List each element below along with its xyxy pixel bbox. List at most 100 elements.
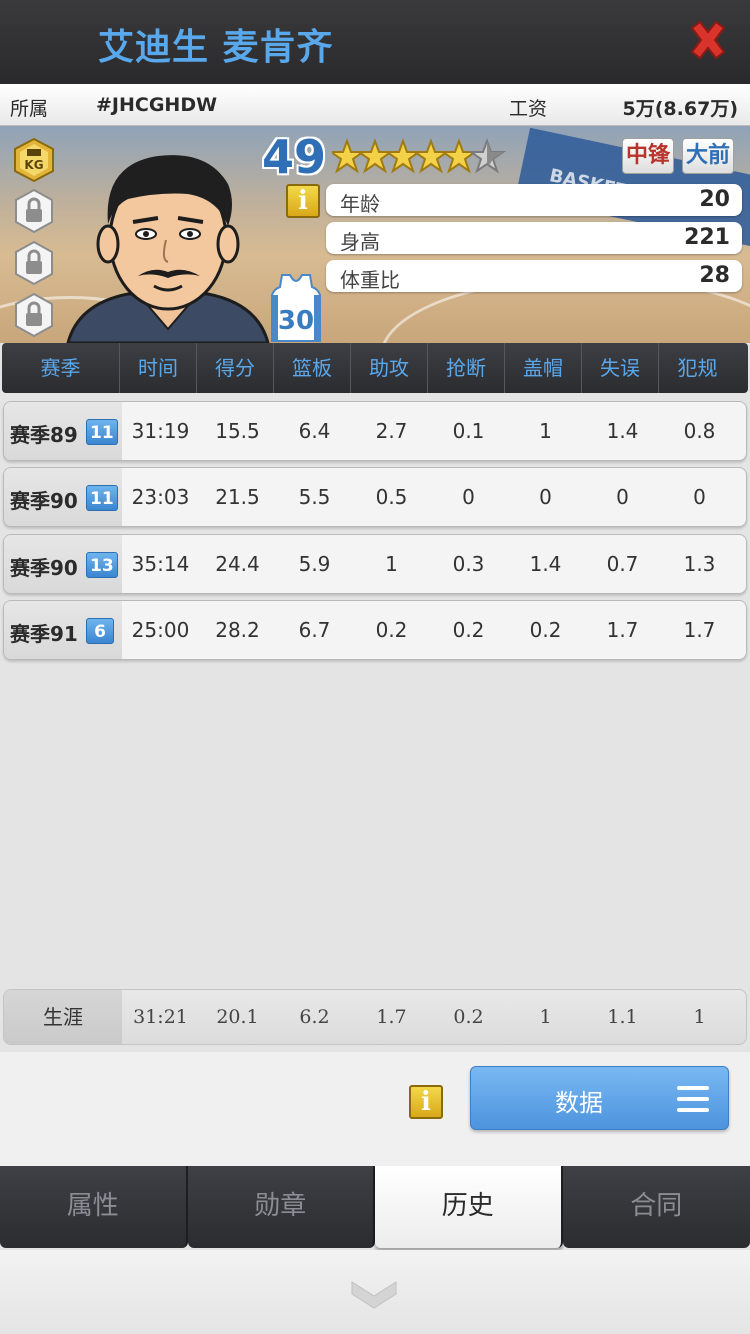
column-header: 篮板 <box>274 343 351 393</box>
season-cell: 赛季90 13 <box>4 535 122 593</box>
star-icon <box>414 140 448 172</box>
column-header: 盖帽 <box>505 343 582 393</box>
tab-medals[interactable]: 勋章 <box>187 1166 375 1248</box>
stat-cell: 5.5 <box>298 485 331 509</box>
stat-cell: 1.7 <box>606 618 639 642</box>
career-stat-cell: 6.2 <box>299 1006 330 1028</box>
stat-cell: 0 <box>616 485 629 509</box>
career-label: 生涯 <box>4 990 122 1044</box>
position-sub-tag: 大前 <box>682 138 735 174</box>
stat-cell: 1.4 <box>529 552 562 576</box>
player-name-title: 艾迪生 麦肯齐 <box>98 27 334 68</box>
jersey-number: 30 <box>278 306 314 336</box>
stat-cell: 2.7 <box>375 419 408 443</box>
stats-table-header: 赛季 时间 得分 篮板 助攻 抢断 盖帽 失误 犯规 <box>2 343 748 393</box>
info-icon[interactable]: i <box>286 184 320 218</box>
bottom-tab-bar: 属性 勋章 历史 合同 <box>0 1166 750 1250</box>
salary-label: 工资 <box>509 98 548 120</box>
stat-cell: 23:03 <box>131 485 190 509</box>
career-stat-cell: 1 <box>539 1006 552 1028</box>
attribute-value: 20 <box>699 187 730 212</box>
attribute-row-height: 身高 221 <box>326 222 742 254</box>
column-header: 抢断 <box>428 343 505 393</box>
season-badge: 11 <box>86 419 118 445</box>
star-icon <box>358 140 392 172</box>
tab-contract[interactable]: 合同 <box>562 1166 750 1248</box>
star-icon <box>332 140 364 172</box>
career-totals-row: 生涯 31:21 20.1 6.2 1.7 0.2 1 1.1 1 <box>3 989 747 1045</box>
column-header: 时间 <box>120 343 197 393</box>
attribute-label: 体重比 <box>340 268 400 292</box>
attribute-row-weight-ratio: 体重比 28 <box>326 260 742 292</box>
career-stat-cell: 31:21 <box>133 1006 188 1028</box>
stat-cell: 1.7 <box>683 618 716 642</box>
stat-cell: 0.5 <box>375 485 408 509</box>
attribute-value: 28 <box>699 263 730 288</box>
tab-history[interactable]: 历史 <box>375 1166 563 1248</box>
season-cell: 赛季91 6 <box>4 601 122 659</box>
column-header: 赛季 <box>2 343 120 393</box>
career-stat-cell: 1.7 <box>376 1006 407 1028</box>
half-star-icon <box>470 140 504 172</box>
star-icon <box>442 140 476 172</box>
salary-value: 5万(8.67万) <box>622 98 738 120</box>
attribute-value: 221 <box>684 225 730 250</box>
menu-icon <box>677 1086 709 1112</box>
locked-slot-lock-icon[interactable] <box>13 188 55 234</box>
data-button-label: 数据 <box>555 1089 603 1117</box>
stat-cell: 31:19 <box>131 419 190 443</box>
player-rating: 49 <box>262 130 327 184</box>
stat-cell: 35:14 <box>131 552 190 576</box>
stat-cell: 0.2 <box>452 618 485 642</box>
table-row[interactable]: 赛季90 11 23:03 21.5 5.5 0.5 0 0 0 0 <box>3 467 747 527</box>
career-stat-cell: 0.2 <box>453 1006 484 1028</box>
svg-text:KG: KG <box>24 158 43 172</box>
kg-badge-icon[interactable]: KG <box>12 137 56 183</box>
stat-cell: 0 <box>539 485 552 509</box>
stat-cell: 1 <box>539 419 552 443</box>
info-icon[interactable]: i <box>409 1085 443 1119</box>
season-cell: 赛季89 11 <box>4 402 122 460</box>
stat-cell: 25:00 <box>131 618 190 642</box>
stat-cell: 5.9 <box>298 552 331 576</box>
chevron-down-icon[interactable] <box>350 1278 398 1312</box>
stat-cell: 24.4 <box>215 552 260 576</box>
locked-slot-lock-icon[interactable] <box>13 292 55 338</box>
jersey-icon: 30 <box>271 274 321 342</box>
stat-cell: 15.5 <box>215 419 260 443</box>
stat-cell: 1 <box>385 552 398 576</box>
table-row[interactable]: 赛季90 13 35:14 24.4 5.9 1 0.3 1.4 0.7 1.3 <box>3 534 747 594</box>
stat-cell: 6.7 <box>298 618 331 642</box>
attribute-row-age: 年龄 20 <box>326 184 742 216</box>
season-name: 赛季89 <box>10 423 78 447</box>
career-stat-cell: 20.1 <box>216 1006 259 1028</box>
column-header: 助攻 <box>351 343 428 393</box>
career-stat-cell: 1.1 <box>607 1006 638 1028</box>
attribute-label: 身高 <box>340 230 380 254</box>
stat-cell: 1.3 <box>683 552 716 576</box>
tab-attributes[interactable]: 属性 <box>0 1166 188 1248</box>
locked-slot-lock-icon[interactable] <box>13 240 55 286</box>
season-name: 赛季91 <box>10 622 78 646</box>
table-row[interactable]: 赛季89 11 31:19 15.5 6.4 2.7 0.1 1 1.4 0.8 <box>3 401 747 461</box>
season-badge: 11 <box>86 485 118 511</box>
season-badge: 6 <box>86 618 114 644</box>
data-button[interactable]: 数据 <box>470 1066 729 1130</box>
column-header: 得分 <box>197 343 274 393</box>
stat-cell: 0.2 <box>529 618 562 642</box>
career-stat-cell: 1 <box>693 1006 706 1028</box>
stat-cell: 6.4 <box>298 419 331 443</box>
season-name: 赛季90 <box>10 489 78 513</box>
table-row[interactable]: 赛季91 6 25:00 28.2 6.7 0.2 0.2 0.2 1.7 1.… <box>3 600 747 660</box>
team-value: #JHCGHDW <box>96 94 218 116</box>
close-icon[interactable] <box>686 18 730 62</box>
stat-cell: 0.2 <box>375 618 408 642</box>
team-salary-bar: 所属 #JHCGHDW 工资 5万(8.67万) <box>0 84 750 126</box>
stat-cell: 0.8 <box>683 419 716 443</box>
stat-cell: 21.5 <box>215 485 260 509</box>
player-portrait-panel: BASKETBALL CH KG <box>0 126 750 343</box>
stat-cell: 1.4 <box>606 419 639 443</box>
team-label: 所属 <box>10 98 49 120</box>
stat-cell: 0.1 <box>452 419 485 443</box>
title-bar: 艾迪生 麦肯齐 <box>0 0 750 84</box>
